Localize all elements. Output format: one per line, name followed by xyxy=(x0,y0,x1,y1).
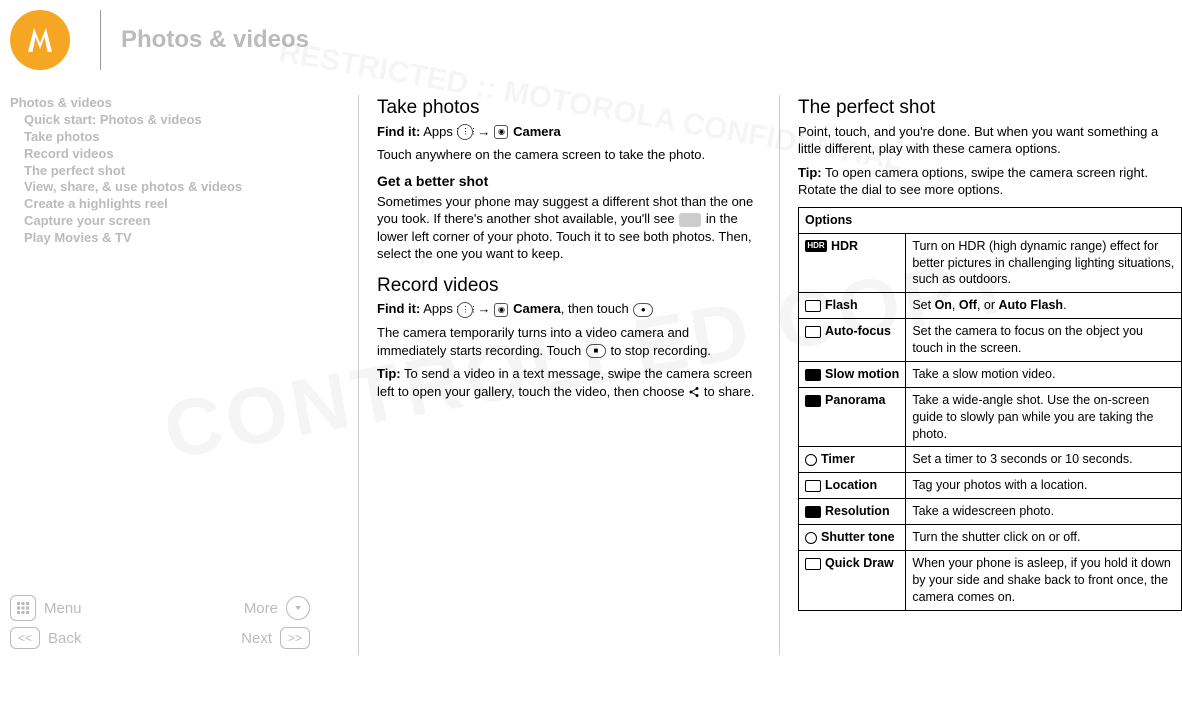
auto-focus-icon xyxy=(805,326,821,338)
camera-icon: ◉ xyxy=(494,125,508,139)
option-name: Shutter tone xyxy=(799,525,906,551)
option-name: Panorama xyxy=(799,387,906,447)
table-row: HDRHDRTurn on HDR (high dynamic range) e… xyxy=(799,233,1182,293)
apps-icon: ⋮⋮⋮ xyxy=(457,302,473,318)
toc-item[interactable]: View, share, & use photos & videos xyxy=(10,179,330,196)
motorola-m-icon xyxy=(22,22,58,58)
page-title: Photos & videos xyxy=(121,26,309,54)
content-column-2: The perfect shot Point, touch, and you'r… xyxy=(798,95,1182,655)
option-name: Timer xyxy=(799,447,906,473)
back-button[interactable]: << Back xyxy=(10,627,81,649)
option-description: Tag your photos with a location. xyxy=(906,473,1182,499)
heading-record-videos: Record videos xyxy=(377,273,761,299)
table-row: LocationTag your photos with a location. xyxy=(799,473,1182,499)
find-it-record: Find it: Apps ⋮⋮⋮→◉ Camera, then touch ● xyxy=(377,300,761,318)
content-column-1: Take photos Find it: Apps ⋮⋮⋮→◉ Camera T… xyxy=(377,95,761,655)
more-label: More xyxy=(244,600,278,617)
more-button[interactable]: More xyxy=(244,596,310,620)
table-of-contents: Photos & videosQuick start: Photos & vid… xyxy=(10,95,330,595)
heading-better-shot: Get a better shot xyxy=(377,172,761,191)
timer-icon xyxy=(805,454,817,466)
option-description: Turn the shutter click on or off. xyxy=(906,525,1182,551)
p-tip-video: Tip: To send a video in a text message, … xyxy=(377,365,761,400)
option-name: Quick Draw xyxy=(799,550,906,610)
table-row: Slow motionTake a slow motion video. xyxy=(799,361,1182,387)
motorola-logo xyxy=(10,10,70,70)
table-row: FlashSet On, Off, or Auto Flash. xyxy=(799,293,1182,319)
slow-motion-icon xyxy=(805,369,821,381)
quick-draw-icon xyxy=(805,558,821,570)
column-divider xyxy=(358,95,359,655)
nav-controls: Menu More << Back xyxy=(10,595,330,655)
table-row: Shutter toneTurn the shutter click on or… xyxy=(799,525,1182,551)
next-button[interactable]: Next >> xyxy=(241,627,310,649)
p-record: The camera temporarily turns into a vide… xyxy=(377,324,761,359)
option-description: Set On, Off, or Auto Flash. xyxy=(906,293,1182,319)
header: Photos & videos xyxy=(0,0,1182,70)
hdr-icon: HDR xyxy=(805,240,827,252)
back-label: Back xyxy=(48,630,81,647)
option-description: Set a timer to 3 seconds or 10 seconds. xyxy=(906,447,1182,473)
apps-grid-icon xyxy=(10,595,36,621)
shutter-tone-icon xyxy=(805,532,817,544)
p-tip-options: Tip: To open camera options, swipe the c… xyxy=(798,164,1182,199)
chevron-left-icon: << xyxy=(10,627,40,649)
option-description: When your phone is asleep, if you hold i… xyxy=(906,550,1182,610)
location-icon xyxy=(805,480,821,492)
resolution-icon xyxy=(805,506,821,518)
camera-icon: ◉ xyxy=(494,303,508,317)
toc-item[interactable]: Quick start: Photos & videos xyxy=(10,112,330,129)
share-icon xyxy=(688,386,700,398)
p-better-shot: Sometimes your phone may suggest a diffe… xyxy=(377,193,761,263)
option-description: Take a widescreen photo. xyxy=(906,499,1182,525)
option-name: HDRHDR xyxy=(799,233,906,293)
heading-take-photos: Take photos xyxy=(377,95,761,121)
header-divider xyxy=(100,10,101,70)
table-row: PanoramaTake a wide-angle shot. Use the … xyxy=(799,387,1182,447)
option-name: Location xyxy=(799,473,906,499)
menu-button[interactable]: Menu xyxy=(10,595,82,621)
table-row: ResolutionTake a widescreen photo. xyxy=(799,499,1182,525)
table-row: Quick DrawWhen your phone is asleep, if … xyxy=(799,550,1182,610)
chevron-right-icon: >> xyxy=(280,627,310,649)
p-perfect-shot: Point, touch, and you're done. But when … xyxy=(798,123,1182,158)
option-name: Auto-focus xyxy=(799,319,906,362)
option-description: Set the camera to focus on the object yo… xyxy=(906,319,1182,362)
toc-item[interactable]: Take photos xyxy=(10,129,330,146)
panorama-icon xyxy=(805,395,821,407)
toc-item[interactable]: The perfect shot xyxy=(10,163,330,180)
apps-icon: ⋮⋮⋮ xyxy=(457,124,473,140)
option-description: Take a wide-angle shot. Use the on-scree… xyxy=(906,387,1182,447)
option-name: Slow motion xyxy=(799,361,906,387)
heading-perfect-shot: The perfect shot xyxy=(798,95,1182,121)
option-description: Take a slow motion video. xyxy=(906,361,1182,387)
alt-shot-icon xyxy=(679,213,701,227)
table-row: TimerSet a timer to 3 seconds or 10 seco… xyxy=(799,447,1182,473)
toc-item[interactable]: Create a highlights reel xyxy=(10,196,330,213)
option-name: Resolution xyxy=(799,499,906,525)
option-description: Turn on HDR (high dynamic range) effect … xyxy=(906,233,1182,293)
table-row: Auto-focusSet the camera to focus on the… xyxy=(799,319,1182,362)
menu-label: Menu xyxy=(44,600,82,617)
p-touch-camera: Touch anywhere on the camera screen to t… xyxy=(377,146,761,164)
toc-item[interactable]: Play Movies & TV xyxy=(10,230,330,247)
chevron-down-icon xyxy=(286,596,310,620)
column-divider xyxy=(779,95,780,655)
toc-item[interactable]: Record videos xyxy=(10,146,330,163)
toc-item[interactable]: Capture your screen xyxy=(10,213,330,230)
option-name: Flash xyxy=(799,293,906,319)
flash-icon xyxy=(805,300,821,312)
video-record-icon: ● xyxy=(633,303,653,317)
find-it-take-photos: Find it: Apps ⋮⋮⋮→◉ Camera xyxy=(377,123,761,141)
toc-item[interactable]: Photos & videos xyxy=(10,95,330,112)
next-label: Next xyxy=(241,630,272,647)
video-stop-icon: ■ xyxy=(586,344,606,358)
camera-options-table: Options HDRHDRTurn on HDR (high dynamic … xyxy=(798,207,1182,611)
options-header: Options xyxy=(799,207,1182,233)
